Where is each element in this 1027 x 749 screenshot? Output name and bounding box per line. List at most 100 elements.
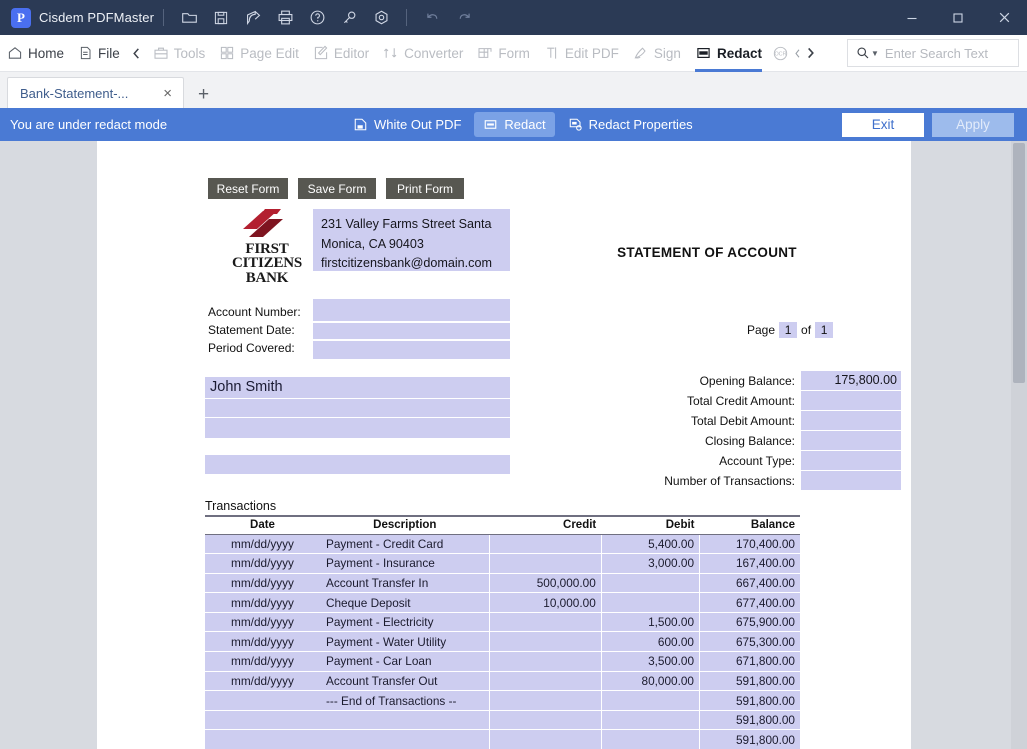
search-box[interactable]: ▼ [847,39,1019,67]
bank-address-field[interactable]: 231 Valley Farms Street Santa Monica, CA… [313,209,510,271]
ribbon-item-edit-pdf[interactable]: Edit PDF [537,35,626,72]
table-row[interactable]: 591,800.00 [205,729,800,749]
vertical-scrollbar[interactable] [1011,141,1027,749]
ribbon-item-page-edit[interactable]: Page Edit [212,35,306,72]
ribbon-scroll-right-icon[interactable] [803,46,818,60]
print-form-button[interactable]: Print Form [386,178,464,199]
cell-balance[interactable]: 167,400.00 [699,553,800,574]
cell-debit[interactable]: 3,500.00 [601,651,701,672]
cell-date[interactable]: mm/dd/yyyy [205,631,320,653]
table-row[interactable]: mm/dd/yyyy Payment - Car Loan 3,500.00 671,… [205,651,800,672]
ribbon-item-tools[interactable]: Tools [146,35,213,72]
ribbon-item-editor[interactable]: Editor [306,35,376,72]
cell-date[interactable] [205,729,320,749]
close-button[interactable] [981,0,1027,35]
cell-debit[interactable]: 80,000.00 [601,671,701,692]
cell-debit[interactable] [601,573,701,594]
cell-debit[interactable]: 3,000.00 [601,553,701,574]
cell-balance[interactable]: 671,800.00 [699,651,800,672]
chevron-down-icon[interactable]: ▼ [871,49,879,58]
redo-icon[interactable] [450,4,478,32]
cell-balance[interactable]: 591,800.00 [699,729,800,749]
cell-balance[interactable]: 591,800.00 [699,671,800,692]
table-row[interactable]: mm/dd/yyyy Account Transfer In 500,000.00 6… [205,573,800,594]
number-of-transactions-field[interactable] [801,471,901,490]
cell-balance[interactable]: 677,400.00 [699,592,800,613]
cell-description[interactable]: Payment - Credit Card [319,534,491,555]
save-form-button[interactable]: Save Form [298,178,376,199]
customer-address-line1-field[interactable] [205,399,510,417]
pdf-page[interactable]: Reset Form Save Form Print Form FIRST CI… [97,141,911,749]
total-debit-field[interactable] [801,411,901,430]
period-covered-field[interactable] [313,341,510,359]
customer-address-line2-field[interactable] [205,418,510,438]
cell-date[interactable]: mm/dd/yyyy [205,612,320,633]
cell-date[interactable]: mm/dd/yyyy [205,671,320,692]
ribbon-item-ocr[interactable]: OCR [769,35,792,72]
cell-date[interactable]: mm/dd/yyyy [205,553,320,574]
target-icon[interactable] [367,4,395,32]
cell-description[interactable]: --- End of Transactions -- [319,690,491,711]
print-icon[interactable] [271,4,299,32]
cell-description[interactable]: Payment - Electricity [319,612,491,633]
minimize-button[interactable] [889,0,935,35]
cell-credit[interactable] [489,631,602,653]
ribbon-item-file[interactable]: File [71,35,127,72]
search-input[interactable] [884,45,1010,61]
statement-date-field[interactable] [313,323,510,339]
ribbon-item-home[interactable]: Home [0,35,71,72]
cell-credit[interactable] [489,710,602,731]
cell-credit[interactable] [489,729,602,749]
cell-description[interactable]: Payment - Water Utility [319,631,491,653]
share-icon[interactable] [239,4,267,32]
table-row[interactable]: mm/dd/yyyy Payment - Credit Card 5,400.00 1… [205,534,800,555]
cell-credit[interactable]: 10,000.00 [489,592,602,613]
cell-balance[interactable]: 675,300.00 [699,631,800,653]
cell-date[interactable] [205,690,320,711]
open-folder-icon[interactable] [175,4,203,32]
cell-credit[interactable] [489,651,602,672]
ribbon-scroll-left-icon[interactable] [127,47,146,60]
table-row[interactable]: mm/dd/yyyy Cheque Deposit 10,000.00 677,400… [205,592,800,613]
close-icon[interactable]: × [160,86,175,101]
account-type-field[interactable] [801,451,901,470]
closing-balance-field[interactable] [801,431,901,450]
table-row[interactable]: mm/dd/yyyy Payment - Water Utility 600.00 6… [205,631,800,653]
exit-button[interactable]: Exit [842,112,924,137]
cell-debit[interactable]: 5,400.00 [601,534,701,555]
maximize-button[interactable] [935,0,981,35]
customer-name-field[interactable]: John Smith [205,377,510,398]
cell-credit[interactable] [489,690,602,711]
cell-date[interactable]: mm/dd/yyyy [205,651,320,672]
cell-balance[interactable]: 667,400.00 [699,573,800,594]
ribbon-item-form[interactable]: Form [470,35,537,72]
help-icon[interactable] [303,4,331,32]
cell-balance[interactable]: 675,900.00 [699,612,800,633]
reset-form-button[interactable]: Reset Form [208,178,288,199]
cell-balance[interactable]: 591,800.00 [699,690,800,711]
cell-debit[interactable]: 1,500.00 [601,612,701,633]
cell-date[interactable] [205,710,320,731]
save-icon[interactable] [207,4,235,32]
table-row[interactable]: mm/dd/yyyy Payment - Insurance 3,000.00 167… [205,553,800,574]
cell-description[interactable]: Cheque Deposit [319,592,491,613]
cell-credit[interactable] [489,553,602,574]
cell-description[interactable]: Payment - Car Loan [319,651,491,672]
cell-debit[interactable] [601,710,701,731]
table-row[interactable]: --- End of Transactions -- 591,800.00 [205,690,800,711]
cell-balance[interactable]: 591,800.00 [699,710,800,731]
white-out-pdf-button[interactable]: White Out PDF [344,112,470,137]
total-pages-field[interactable]: 1 [815,322,834,338]
cell-description[interactable]: Payment - Insurance [319,553,491,574]
ribbon-item-converter[interactable]: Converter [376,35,470,72]
document-tab[interactable]: Bank-Statement-... × [7,77,184,108]
table-row[interactable]: mm/dd/yyyy Payment - Electricity 1,500.00 6… [205,612,800,633]
cell-debit[interactable] [601,690,701,711]
cell-credit[interactable] [489,612,602,633]
account-number-field[interactable] [313,299,510,321]
key-icon[interactable] [335,4,363,32]
cell-credit[interactable] [489,534,602,555]
cell-debit[interactable] [601,729,701,749]
ribbon-item-redact[interactable]: Redact [688,35,769,72]
new-tab-button[interactable]: + [198,85,209,104]
